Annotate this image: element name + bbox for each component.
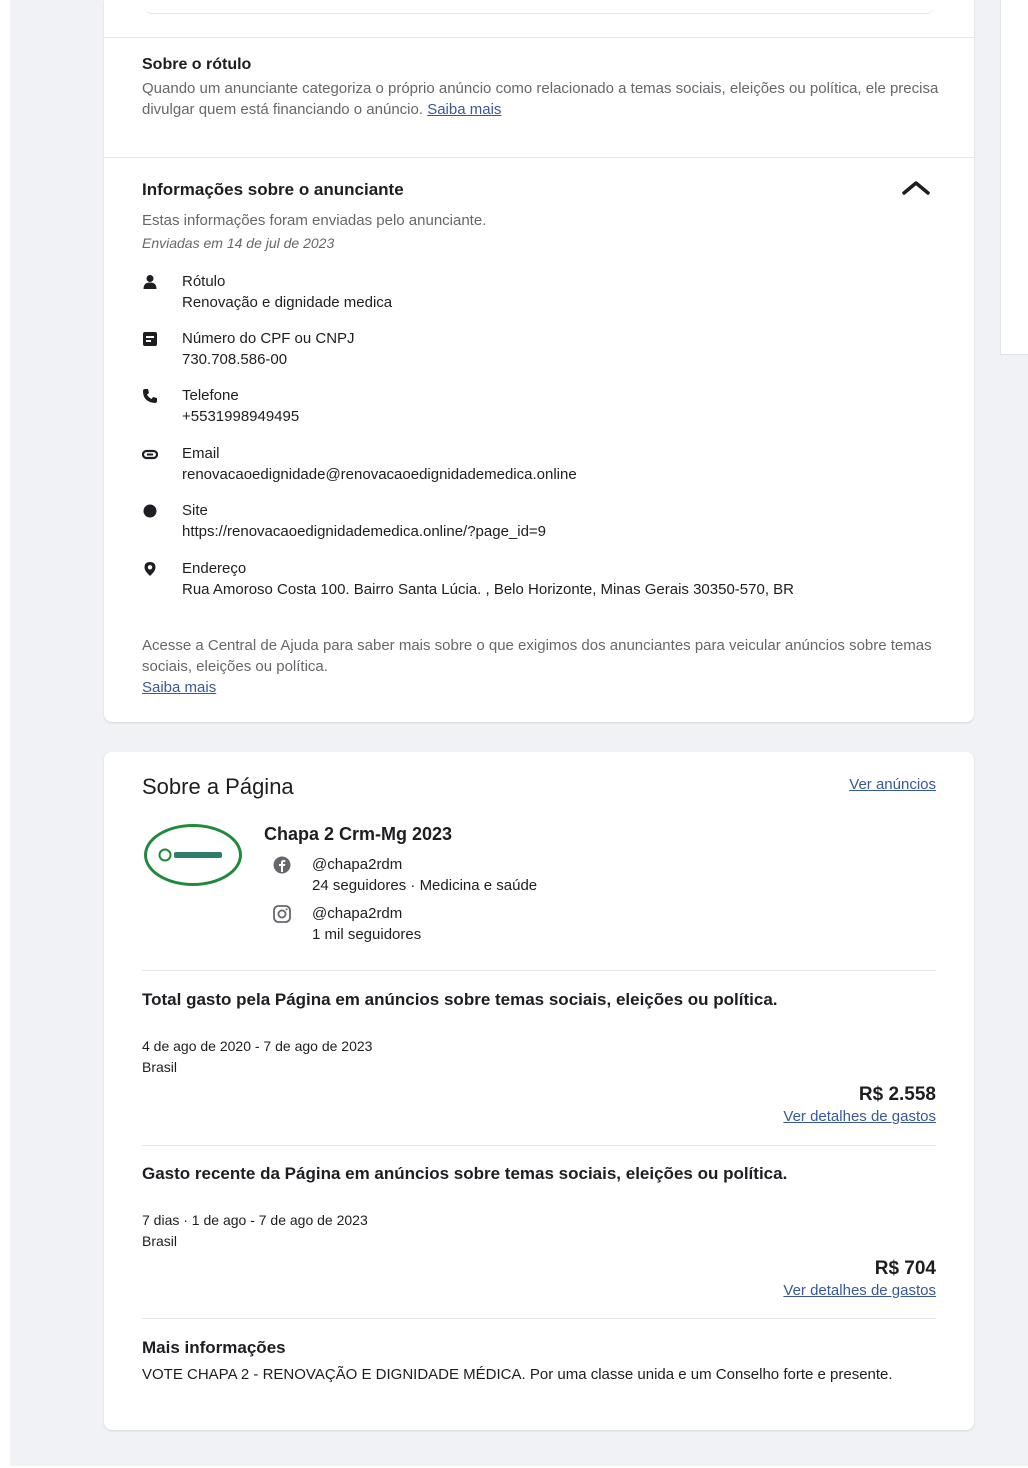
info-label: Email	[182, 445, 220, 462]
recent-spend-details-link[interactable]: Ver detalhes de gastos	[783, 1282, 936, 1299]
instagram-handle: @chapa2rdm	[312, 905, 403, 922]
divider	[142, 1145, 936, 1146]
page-section-title: Sobre a Página	[142, 774, 294, 799]
globe-icon	[142, 503, 158, 519]
info-row-address: Endereço Rua Amoroso Costa 100. Bairro S…	[142, 559, 922, 623]
advertiser-info-sent-date: Enviadas em 14 de jul de 2023	[142, 235, 335, 251]
instagram-account: @chapa2rdm 1 mil seguidores	[312, 903, 421, 945]
page-name[interactable]: Chapa 2 Crm-Mg 2023	[264, 824, 452, 845]
facebook-handle: @chapa2rdm	[312, 856, 403, 873]
page-avatar[interactable]	[144, 824, 242, 886]
info-row-phone: Telefone +5531998949495	[142, 386, 922, 430]
divider	[142, 1318, 936, 1319]
email-icon	[141, 446, 159, 462]
advertiser-info-title: Informações sobre o anunciante	[142, 180, 404, 199]
instagram-details: 1 mil seguidores	[312, 926, 422, 943]
rotulo-learn-more-link[interactable]: Saiba mais	[427, 101, 501, 118]
rotulo-title: Sobre o rótulo	[142, 56, 252, 73]
info-row-email: Email renovacaoedignidade@renovacaoedign…	[141, 444, 922, 488]
info-row-site: Site https://renovacaoedignidademedica.o…	[142, 501, 922, 545]
more-info-title: Mais informações	[142, 1338, 286, 1357]
total-spend-title: Total gasto pela Página em anúncios sobr…	[142, 990, 778, 1009]
recent-spend-country: Brasil	[142, 1233, 178, 1249]
see-ads-link[interactable]: Ver anúncios	[849, 776, 936, 793]
rotulo-description-text: Quando um anunciante categoriza o própri…	[142, 80, 939, 118]
help-center-text: Acesse a Central de Ajuda para saber mai…	[142, 635, 942, 698]
recent-spend-amount: R$ 704	[874, 1258, 936, 1279]
id-card-icon	[142, 331, 158, 347]
instagram-icon	[272, 904, 292, 924]
recent-spend-title: Gasto recente da Página em anúncios sobr…	[142, 1164, 788, 1183]
help-learn-more-link[interactable]: Saiba mais	[142, 679, 216, 696]
info-value: renovacaoedignidade@renovacaoedignidadem…	[182, 466, 577, 483]
divider	[142, 970, 936, 971]
location-pin-icon	[142, 561, 158, 577]
total-spend-country: Brasil	[142, 1059, 178, 1075]
info-value: 730.708.586-00	[182, 351, 288, 368]
right-side-panel	[1000, 0, 1028, 355]
total-spend-period: 4 de ago de 2020 - 7 de ago de 2023	[142, 1038, 373, 1054]
info-label: Endereço	[182, 560, 247, 577]
facebook-icon	[272, 855, 292, 875]
info-value: https://renovacaoedignidademedica.online…	[182, 523, 547, 540]
info-label: Telefone	[182, 387, 239, 404]
info-value: +5531998949495	[182, 408, 300, 425]
previous-section-edge	[144, 0, 934, 14]
more-info-text: VOTE CHAPA 2 - RENOVAÇÃO E DIGNIDADE MÉD…	[142, 1366, 893, 1383]
total-spend-details-link[interactable]: Ver detalhes de gastos	[783, 1108, 936, 1125]
info-label: Rótulo	[182, 273, 226, 290]
info-label: Número do CPF ou CNPJ	[182, 330, 355, 347]
collapse-chevron-up-icon[interactable]	[900, 178, 932, 200]
help-center-description: Acesse a Central de Ajuda para saber mai…	[142, 637, 932, 675]
info-row-cpf: Número do CPF ou CNPJ 730.708.586-00	[142, 329, 922, 373]
facebook-account: @chapa2rdm 24 seguidores · Medicina e sa…	[312, 854, 537, 896]
phone-icon	[142, 388, 158, 404]
person-icon	[142, 274, 158, 290]
advertiser-info-subtitle: Estas informações foram enviadas pelo an…	[142, 212, 487, 229]
rotulo-description: Quando um anunciante categoriza o própri…	[142, 78, 942, 120]
info-label: Site	[182, 502, 208, 519]
info-value: Renovação e dignidade medica	[182, 294, 393, 311]
advertiser-card: Sobre o rótulo Quando um anunciante cate…	[104, 0, 974, 722]
recent-spend-period: 7 dias · 1 de ago - 7 de ago de 2023	[142, 1212, 368, 1228]
divider	[104, 37, 974, 38]
left-background-strip	[0, 0, 10, 1468]
total-spend-amount: R$ 2.558	[858, 1084, 936, 1105]
info-row-label: Rótulo Renovação e dignidade medica	[142, 272, 922, 316]
divider	[104, 157, 974, 158]
info-value: Rua Amoroso Costa 100. Bairro Santa Lúci…	[182, 581, 794, 598]
page-info-card: Sobre a Página Ver anúncios Chapa 2 Crm-…	[104, 752, 974, 1430]
facebook-details: 24 seguidores · Medicina e saúde	[312, 877, 538, 894]
